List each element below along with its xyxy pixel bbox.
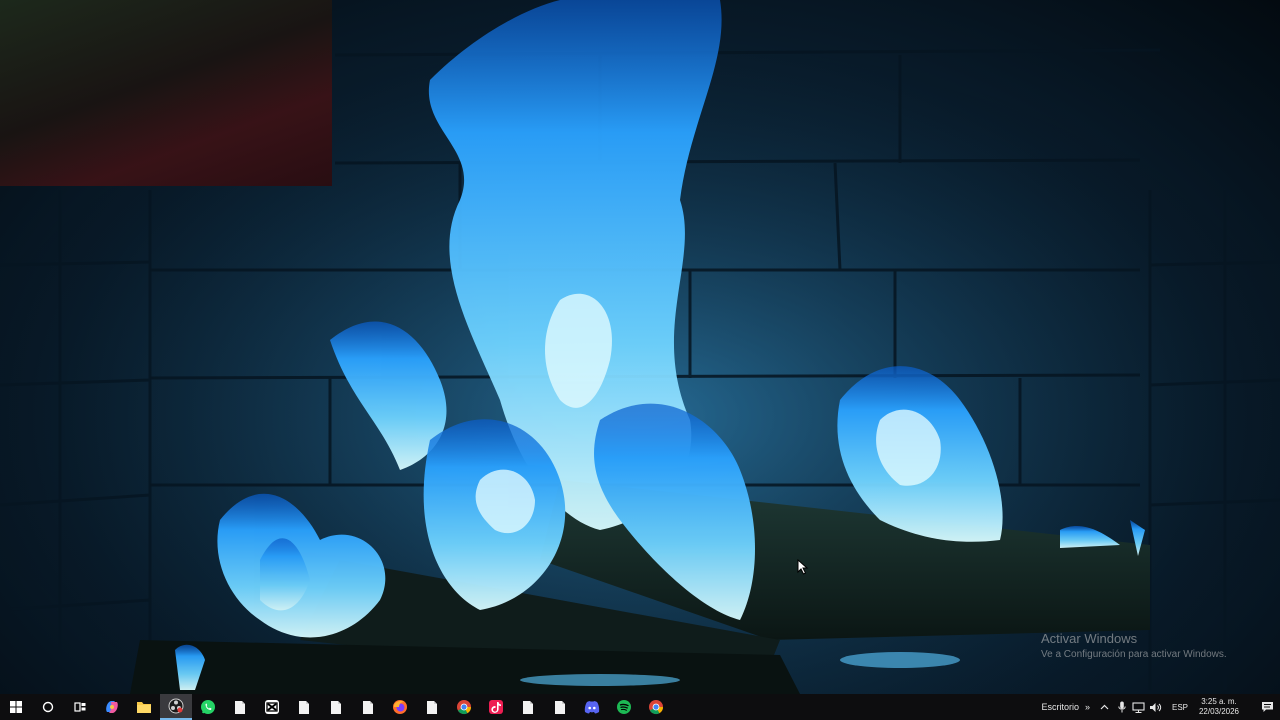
file-icon xyxy=(331,700,341,714)
clock-time: 3:25 a. m. xyxy=(1201,697,1237,706)
action-center-button[interactable] xyxy=(1254,694,1280,720)
mouse-cursor-icon xyxy=(797,559,809,575)
spotify-icon xyxy=(617,700,631,714)
capcut-icon xyxy=(265,700,279,714)
toolbar-chevron-icon[interactable]: » xyxy=(1085,702,1090,712)
app-file-4[interactable] xyxy=(352,694,384,720)
file-icon xyxy=(299,700,309,714)
app-file-6[interactable] xyxy=(512,694,544,720)
microphone-tray-button[interactable] xyxy=(1115,694,1129,720)
system-tray: Escritorio » ESP 3:25 a. m. 22/03/2026 xyxy=(1041,694,1280,720)
app-file-explorer[interactable] xyxy=(128,694,160,720)
file-icon xyxy=(235,700,245,714)
app-file-3[interactable] xyxy=(320,694,352,720)
file-icon xyxy=(427,700,437,714)
network-icon xyxy=(1132,701,1146,713)
tiktok-icon xyxy=(489,700,503,714)
app-tiktok[interactable] xyxy=(480,694,512,720)
task-view-icon xyxy=(73,702,85,712)
desktop-wallpaper: Activar Windows Ve a Configuración para … xyxy=(0,0,1280,694)
search-button[interactable] xyxy=(32,694,64,720)
file-icon xyxy=(555,700,565,714)
activation-subtitle: Ve a Configuración para activar Windows. xyxy=(1041,649,1227,660)
chevron-up-icon xyxy=(1101,704,1109,710)
activation-watermark: Activar Windows Ve a Configuración para … xyxy=(1041,631,1227,660)
webcam-overlay xyxy=(0,0,332,186)
app-file-2[interactable] xyxy=(288,694,320,720)
app-obs[interactable] xyxy=(160,694,192,720)
windows-logo-icon xyxy=(10,701,22,713)
notification-icon xyxy=(1261,702,1273,712)
app-spotify[interactable] xyxy=(608,694,640,720)
app-file-5[interactable] xyxy=(416,694,448,720)
chrome-icon xyxy=(457,700,472,715)
microphone-icon xyxy=(1118,701,1126,713)
chrome-icon xyxy=(649,700,664,715)
app-discord[interactable] xyxy=(576,694,608,720)
app-firefox[interactable] xyxy=(384,694,416,720)
file-icon xyxy=(363,700,373,714)
task-view-button[interactable] xyxy=(64,694,96,720)
file-icon xyxy=(523,700,533,714)
search-circle-icon xyxy=(42,701,54,713)
volume-tray-button[interactable] xyxy=(1149,694,1163,720)
app-file-7[interactable] xyxy=(544,694,576,720)
folder-icon xyxy=(137,702,151,713)
copilot-icon xyxy=(106,701,118,713)
obs-icon xyxy=(168,698,184,714)
show-hidden-icons-button[interactable] xyxy=(1098,694,1112,720)
discord-icon xyxy=(584,701,600,714)
app-whatsapp[interactable] xyxy=(192,694,224,720)
input-language-indicator[interactable]: ESP xyxy=(1172,703,1188,712)
app-chrome-2[interactable] xyxy=(640,694,672,720)
speaker-icon xyxy=(1150,702,1162,712)
clock-date: 22/03/2026 xyxy=(1198,707,1240,716)
app-capcut[interactable] xyxy=(256,694,288,720)
clock[interactable]: 3:25 a. m. 22/03/2026 xyxy=(1196,697,1242,717)
taskbar: Escritorio » ESP 3:25 a. m. 22/03/2026 xyxy=(0,694,1280,720)
start-button[interactable] xyxy=(0,694,32,720)
network-tray-button[interactable] xyxy=(1132,694,1146,720)
whatsapp-icon xyxy=(201,700,215,714)
desktop-toolbar-label[interactable]: Escritorio xyxy=(1041,702,1079,712)
app-chrome-1[interactable] xyxy=(448,694,480,720)
firefox-icon xyxy=(393,700,407,714)
app-file-1[interactable] xyxy=(224,694,256,720)
app-copilot[interactable] xyxy=(96,694,128,720)
activation-title: Activar Windows xyxy=(1041,631,1138,646)
